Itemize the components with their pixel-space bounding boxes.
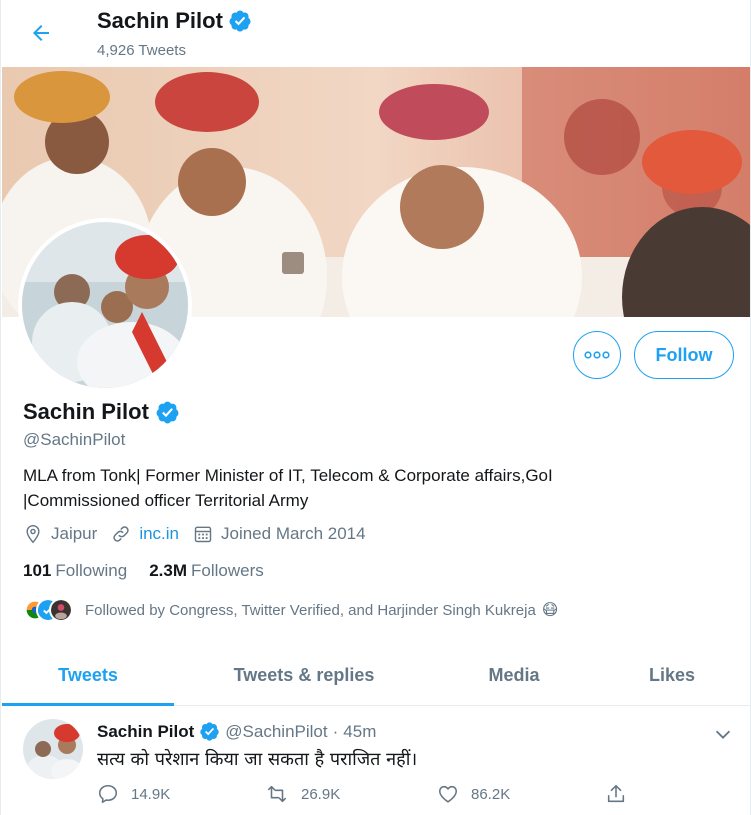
location-text: Jaipur — [51, 524, 98, 543]
chevron-down-icon — [715, 730, 731, 739]
location: Jaipur — [23, 524, 97, 544]
more-options-button[interactable] — [573, 331, 621, 379]
following-label: Following — [55, 561, 128, 580]
website[interactable]: inc.in — [111, 524, 179, 544]
tab-tweets-replies[interactable]: Tweets & replies — [174, 645, 434, 705]
followers-link[interactable]: 2.3M Followers — [149, 561, 264, 581]
more-icon — [584, 351, 610, 359]
reply-button[interactable]: 14.9K — [97, 783, 170, 805]
tab-likes[interactable]: Likes — [594, 645, 750, 705]
followers-count: 2.3M — [149, 561, 187, 580]
share-button[interactable] — [605, 783, 639, 805]
following-count: 101 — [23, 561, 52, 580]
retweet-button[interactable]: 26.9K — [265, 783, 340, 805]
follow-stats: 101 Following 2.3M Followers — [23, 561, 286, 581]
follow-button[interactable]: Follow — [634, 331, 734, 379]
reply-icon — [98, 784, 118, 804]
tweet-header: Sachin Pilot @SachinPilot · 45m — [97, 721, 376, 742]
website-link[interactable]: inc.in — [139, 524, 179, 544]
profile-avatar[interactable] — [18, 218, 192, 392]
tweet-menu-button[interactable] — [712, 723, 734, 750]
verified-badge-icon — [156, 401, 179, 423]
followed-by-avatars — [23, 598, 73, 622]
tweet-text: सत्य को परेशान किया जा सकता है पराजित नह… — [97, 749, 418, 770]
tweet-count: 4,926 Tweets — [97, 42, 186, 59]
top-bar: Sachin Pilot 4,926 Tweets — [1, 0, 750, 66]
heart-icon — [438, 785, 458, 803]
profile-name-row: Sachin Pilot — [23, 399, 180, 425]
tweet[interactable]: Sachin Pilot @SachinPilot · 45m सत्य को … — [2, 707, 750, 815]
followers-label: Followers — [190, 561, 264, 580]
share-icon — [607, 784, 625, 803]
tab-media[interactable]: Media — [434, 645, 594, 705]
tweet-separator: · — [332, 721, 339, 741]
avatar-image — [22, 222, 188, 388]
retweet-icon — [267, 785, 287, 803]
bio-line: |Commissioned officer Territorial Army — [23, 491, 309, 510]
header-title: Sachin Pilot — [97, 8, 252, 34]
verified-badge-icon — [229, 10, 251, 32]
tweet-author-handle[interactable]: @SachinPilot — [225, 722, 327, 742]
arrow-left-icon — [33, 25, 49, 41]
back-button[interactable] — [23, 15, 59, 51]
tweet-avatar[interactable] — [23, 719, 83, 779]
following-link[interactable]: 101 Following — [23, 561, 127, 581]
calendar-icon — [194, 526, 212, 543]
profile-page: Sachin Pilot 4,926 Tweets Follow Sachin … — [0, 0, 751, 815]
mask-emoji: 😷 — [541, 602, 559, 619]
tweet-actions: 14.9K 26.9K 86.2K — [97, 783, 637, 809]
bio-line: MLA from Tonk| Former Minister of IT, Te… — [23, 466, 553, 485]
tab-tweets[interactable]: Tweets — [2, 645, 174, 706]
joined-date: Joined March 2014 — [193, 524, 366, 544]
joined-text: Joined March 2014 — [221, 524, 366, 543]
link-icon — [113, 526, 129, 542]
like-count: 86.2K — [471, 785, 511, 803]
reply-count: 14.9K — [131, 785, 171, 803]
location-pin-icon — [26, 524, 40, 544]
followed-by[interactable]: Followed by Congress, Twitter Verified, … — [23, 598, 558, 622]
profile-meta: Jaipur inc.in Joined March 2014 — [23, 524, 380, 544]
profile-name: Sachin Pilot — [23, 399, 149, 424]
profile-bio: MLA from Tonk| Former Minister of IT, Te… — [23, 463, 723, 513]
like-button[interactable]: 86.2K — [437, 783, 510, 805]
header-name: Sachin Pilot — [97, 8, 223, 33]
profile-tabs: Tweets Tweets & replies Media Likes — [2, 645, 750, 706]
profile-handle: @SachinPilot — [23, 430, 126, 449]
retweet-count: 26.9K — [301, 785, 341, 803]
user-avatar — [49, 598, 73, 622]
tweet-timestamp[interactable]: 45m — [343, 722, 376, 742]
verified-badge-icon — [200, 722, 219, 741]
followed-by-text: Followed by Congress, Twitter Verified, … — [85, 601, 536, 619]
tweet-author-name[interactable]: Sachin Pilot — [97, 722, 194, 742]
